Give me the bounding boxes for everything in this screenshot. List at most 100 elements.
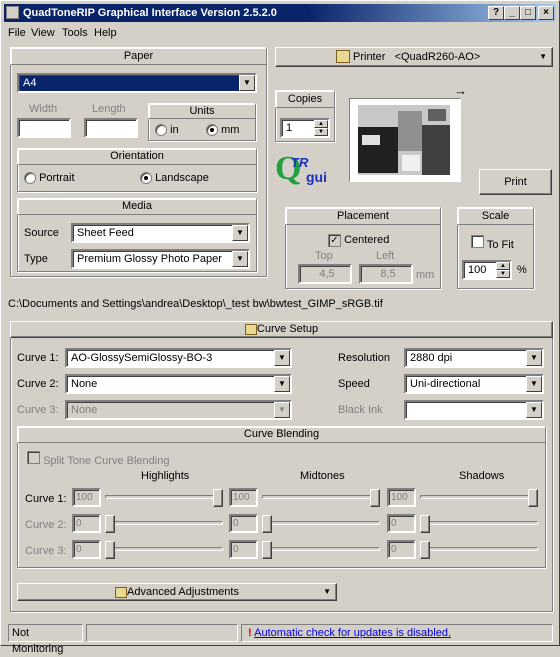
chevron-down-icon[interactable]: ▼ bbox=[526, 350, 542, 366]
unit-mm-radio[interactable]: mm bbox=[206, 123, 239, 137]
curve3-value: None bbox=[71, 404, 98, 416]
portrait-radio[interactable]: Portrait bbox=[24, 171, 75, 185]
update-status[interactable]: ! Automatic check for updates is disable… bbox=[241, 624, 553, 642]
speed-select[interactable]: Uni-directional ▼ bbox=[404, 374, 544, 394]
blend-value-input[interactable]: 0 bbox=[387, 514, 416, 533]
top-input[interactable]: 4,5 bbox=[298, 264, 352, 284]
blend-slider-thumb[interactable] bbox=[420, 541, 430, 559]
blend-value-input[interactable]: 0 bbox=[387, 540, 416, 559]
maximize-button[interactable]: □ bbox=[520, 6, 536, 20]
landscape-radio[interactable]: Landscape bbox=[140, 171, 209, 185]
advanced-adjustments-button[interactable]: Advanced Adjustments ▼ bbox=[17, 583, 337, 601]
unit-in-radio[interactable]: in bbox=[155, 123, 179, 137]
preview-image bbox=[358, 105, 450, 175]
type-select[interactable]: Premium Glossy Photo Paper ▼ bbox=[71, 249, 250, 269]
spin-buttons[interactable]: ▲ ▼ bbox=[314, 120, 328, 136]
blend-slider-thumb[interactable] bbox=[370, 489, 380, 507]
update-link[interactable]: Automatic check for updates is disabled. bbox=[254, 627, 451, 639]
blend-slider-thumb[interactable] bbox=[420, 515, 430, 533]
spin-up-icon[interactable]: ▲ bbox=[314, 120, 328, 128]
blend-slider-track[interactable] bbox=[262, 495, 380, 499]
spin-up-icon[interactable]: ▲ bbox=[496, 262, 510, 270]
arrow-right-icon: → bbox=[454, 83, 467, 98]
radio-selected-icon bbox=[206, 124, 218, 137]
chevron-down-icon[interactable]: ▼ bbox=[239, 75, 255, 91]
blend-value-input[interactable]: 0 bbox=[72, 540, 101, 559]
title-bar: QuadToneRIP Graphical Interface Version … bbox=[4, 4, 556, 22]
blend-value-input[interactable]: 100 bbox=[72, 488, 101, 507]
tofit-label: To Fit bbox=[486, 239, 514, 251]
unit-in-label: in bbox=[170, 124, 179, 136]
tofit-checkbox[interactable]: To Fit bbox=[471, 235, 514, 252]
print-button[interactable]: Print bbox=[479, 169, 552, 195]
width-input[interactable] bbox=[17, 118, 71, 138]
checkbox-icon bbox=[471, 235, 484, 248]
blend-value-input[interactable]: 0 bbox=[72, 514, 101, 533]
chevron-down-icon[interactable]: ▼ bbox=[274, 402, 290, 418]
chevron-down-icon[interactable]: ▼ bbox=[232, 225, 248, 241]
minimize-button[interactable]: _ bbox=[504, 6, 520, 20]
checkmark-icon: ✓ bbox=[328, 234, 341, 247]
help-title-button[interactable]: ? bbox=[488, 6, 504, 20]
blend-value-input[interactable]: 100 bbox=[229, 488, 258, 507]
spin-down-icon[interactable]: ▼ bbox=[496, 270, 510, 278]
blend-value-input[interactable]: 100 bbox=[387, 488, 416, 507]
blackink-label: Black Ink bbox=[338, 404, 383, 416]
blend-slider-track[interactable] bbox=[420, 495, 538, 499]
close-button[interactable]: × bbox=[538, 6, 554, 20]
blend-value-input[interactable]: 0 bbox=[229, 514, 258, 533]
blackink-select[interactable]: ▼ bbox=[404, 400, 544, 420]
spin-buttons[interactable]: ▲ ▼ bbox=[496, 262, 510, 278]
curve1-select[interactable]: AO-GlossySemiGlossy-BO-3 ▼ bbox=[65, 348, 292, 368]
blend-slider-thumb[interactable] bbox=[105, 541, 115, 559]
curve3-select[interactable]: None ▼ bbox=[65, 400, 292, 420]
speed-label: Speed bbox=[338, 378, 370, 390]
curve-setup-label: Curve Setup bbox=[256, 323, 319, 335]
blend-slider-track[interactable] bbox=[105, 547, 223, 551]
blend-slider-track[interactable] bbox=[262, 547, 380, 551]
blend-slider-thumb[interactable] bbox=[105, 515, 115, 533]
blend-slider-thumb[interactable] bbox=[262, 541, 272, 559]
blend-slider-thumb[interactable] bbox=[262, 515, 272, 533]
printer-select[interactable]: Printer <QuadR260-AO> ▼ bbox=[275, 47, 553, 67]
folder-icon bbox=[244, 323, 257, 335]
blend-slider-track[interactable] bbox=[420, 521, 538, 525]
chevron-down-icon[interactable]: ▼ bbox=[526, 376, 542, 392]
menu-help[interactable]: Help bbox=[94, 25, 117, 41]
resolution-select[interactable]: 2880 dpi ▼ bbox=[404, 348, 544, 368]
source-select[interactable]: Sheet Feed ▼ bbox=[71, 223, 250, 243]
chevron-down-icon[interactable]: ▼ bbox=[274, 376, 290, 392]
radio-icon bbox=[24, 172, 36, 185]
blend-slider-thumb[interactable] bbox=[213, 489, 223, 507]
centered-checkbox[interactable]: ✓ Centered bbox=[328, 233, 389, 247]
chevron-down-icon[interactable]: ▼ bbox=[232, 251, 248, 267]
blend-slider-track[interactable] bbox=[105, 495, 223, 499]
scale-stepper[interactable]: 100 ▲ ▼ bbox=[462, 260, 512, 280]
printer-label: Printer bbox=[353, 51, 386, 63]
curve2-select[interactable]: None ▼ bbox=[65, 374, 292, 394]
menu-view[interactable]: View bbox=[31, 25, 55, 41]
chevron-down-icon[interactable]: ▼ bbox=[274, 350, 290, 366]
printer-icon bbox=[336, 50, 350, 63]
blend-slider-track[interactable] bbox=[420, 547, 538, 551]
width-label: Width bbox=[29, 103, 58, 115]
left-input[interactable]: 8,5 bbox=[359, 264, 413, 284]
checkbox-icon bbox=[27, 451, 40, 464]
curve-setup-header[interactable]: Curve Setup bbox=[10, 321, 553, 338]
print-preview[interactable] bbox=[349, 98, 461, 182]
menu-file[interactable]: File bbox=[8, 25, 26, 41]
copies-stepper[interactable]: 1 ▲ ▼ bbox=[280, 118, 330, 138]
split-tone-checkbox[interactable]: Split Tone Curve Blending bbox=[27, 451, 169, 468]
spin-down-icon[interactable]: ▼ bbox=[314, 128, 328, 136]
menu-tools[interactable]: Tools bbox=[62, 25, 88, 41]
type-value: Premium Glossy Photo Paper bbox=[77, 253, 222, 265]
blend-slider-track[interactable] bbox=[105, 521, 223, 525]
blend-value-input[interactable]: 0 bbox=[229, 540, 258, 559]
length-input[interactable] bbox=[84, 118, 138, 138]
media-heading: Media bbox=[17, 198, 257, 215]
chevron-down-icon[interactable]: ▼ bbox=[526, 402, 542, 418]
blend-slider-track[interactable] bbox=[262, 521, 380, 525]
paper-size-select[interactable]: A4 ▼ bbox=[17, 73, 257, 93]
blend-slider-thumb[interactable] bbox=[528, 489, 538, 507]
app-icon bbox=[6, 6, 19, 19]
